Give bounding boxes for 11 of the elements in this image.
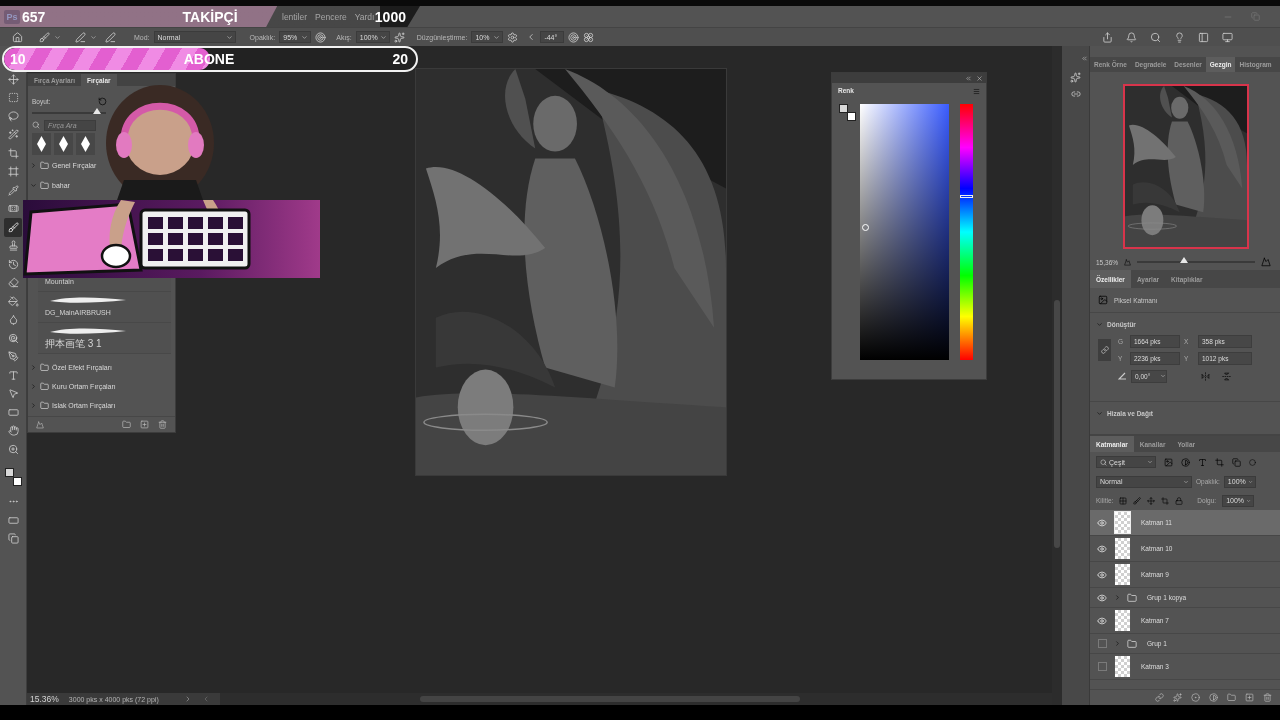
follower-goal: 1000 bbox=[374, 8, 406, 25]
menu-item[interactable]: Yardı bbox=[354, 11, 375, 22]
menu-item[interactable]: Pencere bbox=[315, 11, 347, 22]
subscriber-count: 10 bbox=[10, 51, 26, 67]
app-logo: Ps bbox=[4, 9, 20, 24]
follower-label: TAKİPÇİ bbox=[182, 8, 238, 25]
zoom-level: 15.36% bbox=[30, 694, 59, 704]
brush-name: 押本画笔 3 1 bbox=[44, 337, 103, 350]
menu-item[interactable]: lentiler bbox=[282, 11, 308, 22]
subscriber-goal: 20 bbox=[392, 51, 408, 67]
follower-count: 657 bbox=[22, 8, 46, 25]
